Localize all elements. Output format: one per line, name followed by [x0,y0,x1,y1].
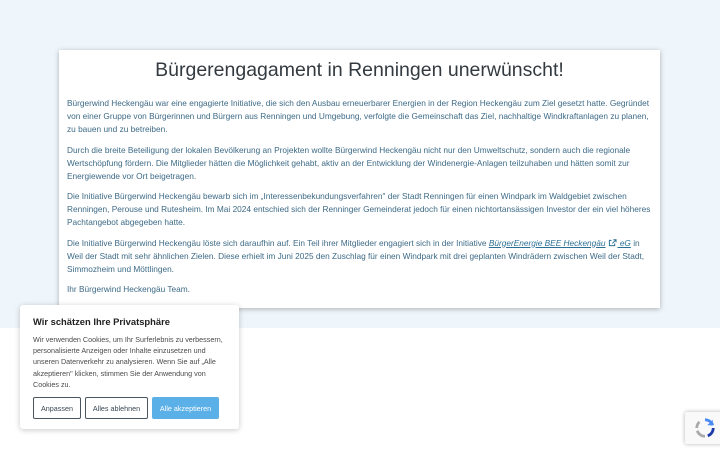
reject-all-button[interactable]: Alles ablehnen [85,397,148,419]
accept-all-button[interactable]: Alle akzeptieren [152,397,219,419]
cookie-banner-title: Wir schätzen Ihre Privatsphäre [33,316,170,327]
customize-button[interactable]: Anpassen [33,397,81,419]
recaptcha-badge[interactable] [685,412,720,444]
page-title: Bürgerengagament in Renningen unerwünsch… [155,59,564,81]
external-link-icon [608,238,617,246]
bee-heckengaeu-link-suffix: eG [617,237,631,248]
recaptcha-icon [695,418,715,438]
paragraph-application: Die Initiative Bürgerwind Heckengäu bewa… [67,191,651,227]
paragraph-dissolution-start: Die Initiative Bürgerwind Heckengäu löst… [67,237,489,248]
bee-heckengaeu-link-label: BürgerEnergie BEE Heckengäu [488,237,606,248]
paragraph-dissolution: Die Initiative Bürgerwind Heckengäu löst… [67,237,652,276]
cookie-consent-banner: Wir schätzen Ihre Privatsphäre Wir verwe… [20,305,239,429]
cookie-banner-buttons: Anpassen Alles ablehnen Alle akzeptieren [33,397,219,419]
article-body: Bürgerwind Heckengäu war eine engagierte… [67,97,652,296]
article-card: Bürgerengagament in Renningen unerwünsch… [59,50,660,308]
cookie-banner-text: Wir verwenden Cookies, um Ihr Surferlebn… [33,335,223,389]
paragraph-signature: Ihr Bürgerwind Heckengäu Team. [67,284,190,294]
bee-heckengaeu-link[interactable]: BürgerEnergie BEE Heckengäu eG [489,238,631,248]
paragraph-intro: Bürgerwind Heckengäu war eine engagierte… [67,98,650,134]
paragraph-participation: Durch die breite Beteiligung der lokalen… [67,144,631,181]
